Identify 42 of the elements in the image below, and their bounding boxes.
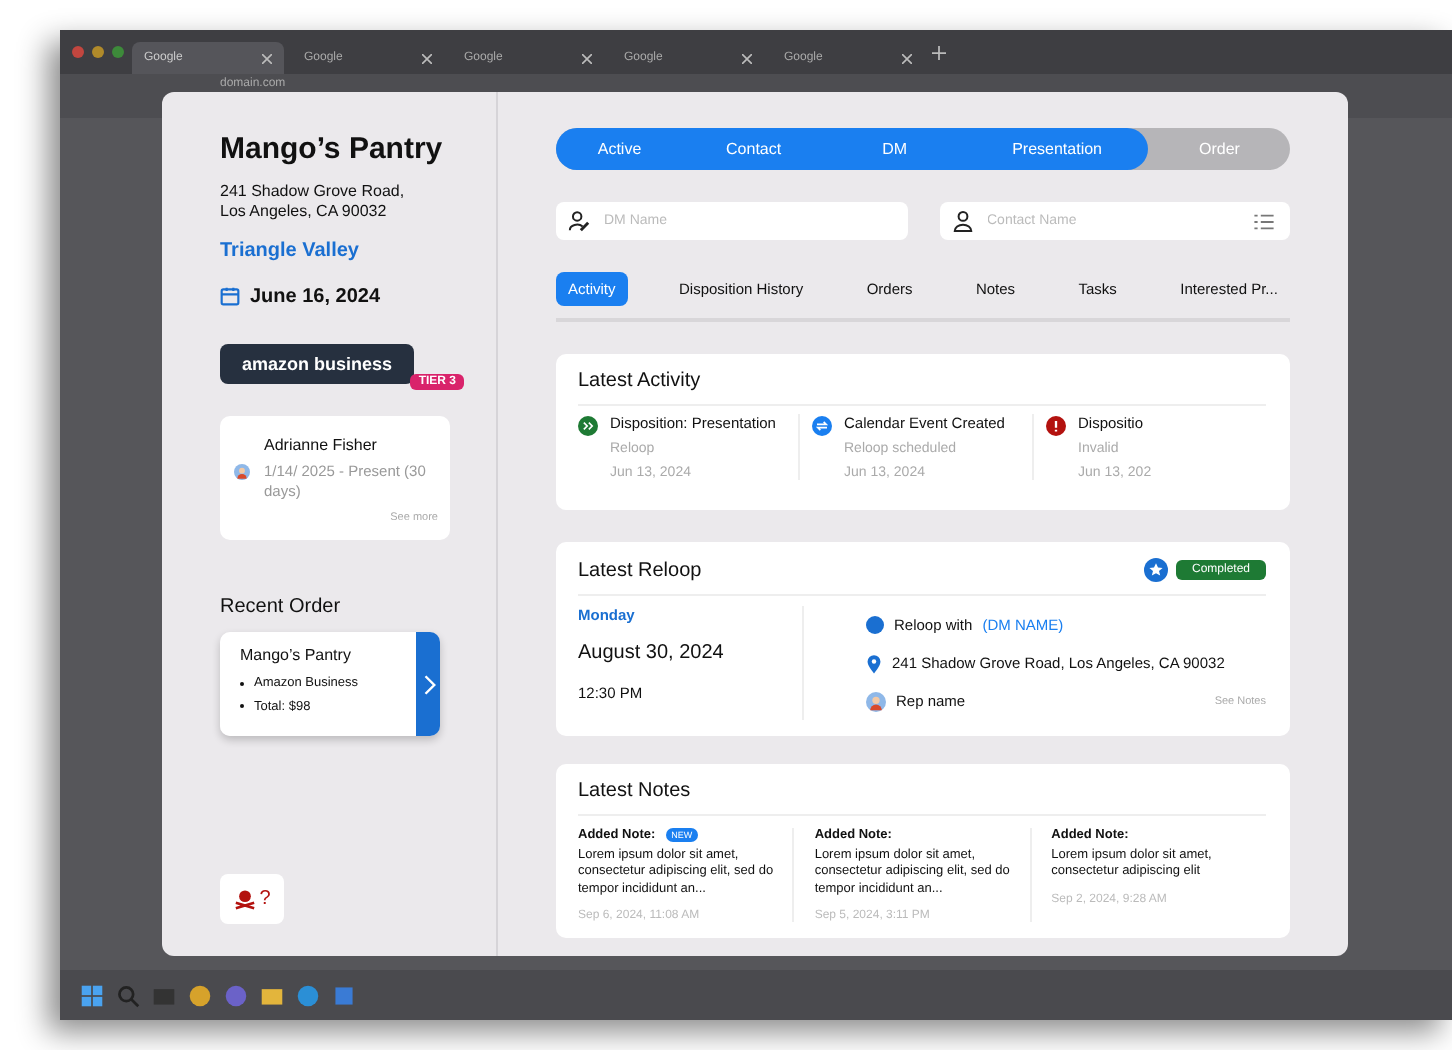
dot-icon (866, 616, 884, 634)
windows-logo-icon[interactable] (80, 983, 104, 1007)
chevron-right-icon (421, 673, 435, 696)
area-link[interactable]: Triangle Valley (220, 239, 496, 262)
close-icon[interactable] (582, 53, 592, 63)
avatar-icon (234, 463, 250, 480)
avatar-icon (866, 691, 886, 711)
star-badge-icon (1143, 558, 1168, 582)
rep-name: Adrianne Fisher (264, 435, 379, 454)
skull-icon (233, 888, 256, 910)
business-name: Mango’s Pantry (220, 132, 445, 166)
close-icon[interactable] (262, 53, 272, 63)
close-icon[interactable] (422, 53, 432, 63)
pipeline-stage: DM (824, 128, 966, 170)
close-icon[interactable] (902, 53, 912, 63)
card-title: Latest Activity (578, 370, 1266, 406)
business-address: 241 Shadow Grove Road, Los Angeles, CA 90032 (220, 182, 407, 224)
plus-icon[interactable] (932, 45, 946, 59)
maximize-window-icon[interactable] (112, 46, 124, 58)
person-icon (951, 210, 973, 232)
section-heading: Recent Order (220, 596, 343, 619)
card-title: Latest Notes (578, 780, 1266, 816)
person-edit-icon (568, 210, 590, 232)
date-text: June 16, 2024 (250, 285, 381, 308)
list-icon[interactable] (1254, 213, 1274, 229)
pipeline-stage: Active (556, 128, 684, 170)
date-text: August 30, 2024 (578, 642, 726, 664)
folder-icon[interactable] (260, 983, 284, 1007)
location-pin-icon (866, 653, 882, 673)
open-order-button[interactable] (416, 632, 440, 737)
circle-icon[interactable] (188, 983, 212, 1007)
close-window-icon[interactable] (72, 46, 84, 58)
flag-button[interactable]: ? (220, 874, 284, 924)
order-name: Mango’s Pantry (240, 646, 353, 665)
close-icon[interactable] (742, 53, 752, 63)
card-title: Latest Reloop (578, 559, 704, 585)
minimize-window-icon[interactable] (92, 46, 104, 58)
calendar-icon (220, 286, 240, 307)
pipeline-stage: Contact (683, 128, 825, 170)
partner-logo: amazon business (220, 343, 414, 384)
pipeline-stage: Order (1196, 138, 1242, 162)
pipeline-stage: Presentation (965, 128, 1149, 170)
